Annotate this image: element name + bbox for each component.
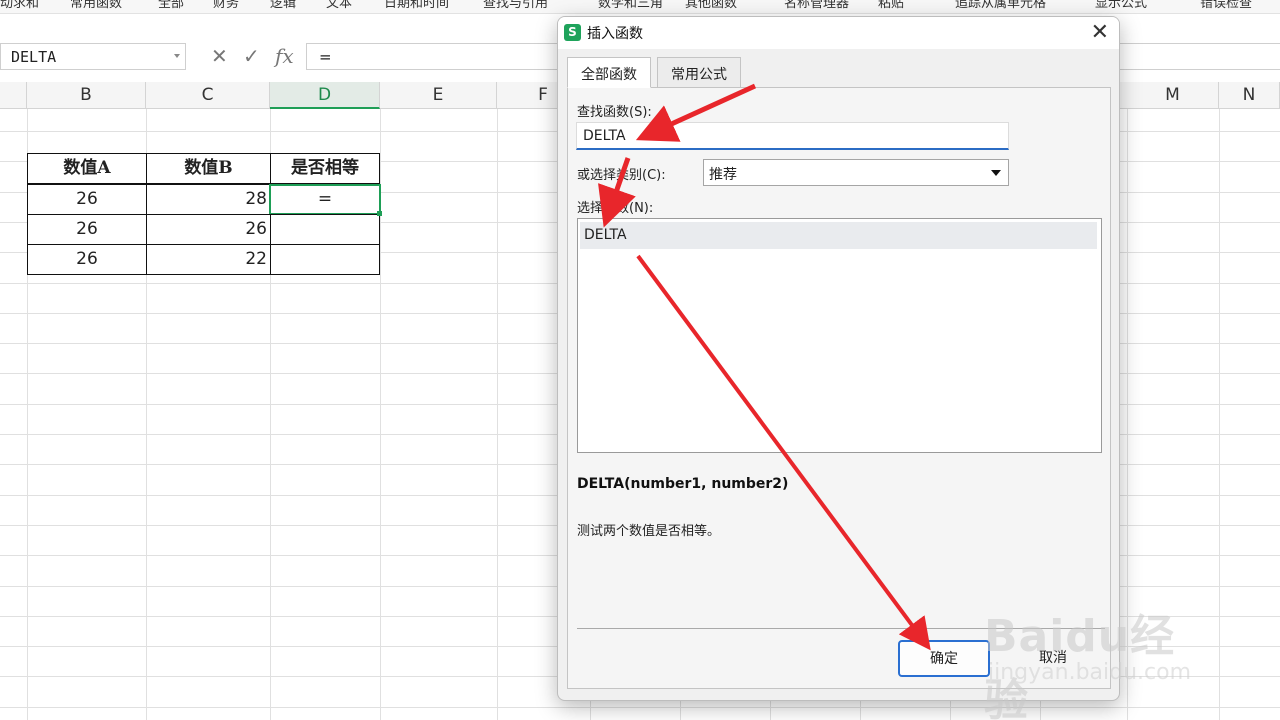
baidu-watermark: Baidu经验 jingyan.baidu.com xyxy=(980,600,1220,720)
ribbon-paste[interactable]: 粘贴 xyxy=(878,0,904,11)
category-select[interactable]: 推荐 xyxy=(703,159,1009,186)
ribbon-common-functions[interactable]: 常用函数 xyxy=(70,0,122,11)
search-label: 查找函数(S): xyxy=(577,105,652,120)
wps-logo-icon: S xyxy=(564,24,581,41)
ribbon-autosum[interactable]: 动求和 xyxy=(0,0,39,11)
watermark-url: jingyan.baidu.com xyxy=(988,660,1192,685)
table-cell[interactable] xyxy=(270,244,380,275)
table-cell[interactable]: 28 xyxy=(146,184,271,215)
ribbon-toolbar: 动求和 常用函数 全部 财务 逻辑 文本 日期和时间 查找与引用 数学和三角 其… xyxy=(0,0,1280,14)
tab-panel: 查找函数(S): DELTA 或选择类别(C): 推荐 选择函数(N): DEL… xyxy=(567,87,1111,689)
column-header-a[interactable] xyxy=(0,82,27,109)
ribbon-other[interactable]: 其他函数 xyxy=(685,0,737,11)
column-header-c[interactable]: C xyxy=(146,82,270,109)
fill-handle[interactable] xyxy=(377,211,382,216)
category-value: 推荐 xyxy=(709,167,737,183)
function-description: 测试两个数值是否相等。 xyxy=(577,524,721,539)
name-box[interactable]: DELTA xyxy=(0,43,186,70)
table-header-a[interactable]: 数值A xyxy=(27,153,147,184)
ribbon-logic[interactable]: 逻辑 xyxy=(270,0,296,11)
function-list[interactable]: DELTA xyxy=(577,218,1102,453)
dialog-title: 插入函数 xyxy=(587,26,643,42)
function-signature: DELTA(number1, number2) xyxy=(577,476,789,492)
enter-icon[interactable]: ✓ xyxy=(243,44,260,68)
category-label: 或选择类别(C): xyxy=(577,168,666,183)
table-header-equal[interactable]: 是否相等 xyxy=(270,153,380,184)
column-header-n[interactable]: N xyxy=(1219,82,1280,109)
ribbon-text[interactable]: 文本 xyxy=(326,0,352,11)
ok-button[interactable]: 确定 xyxy=(898,640,990,677)
column-header-b[interactable]: B xyxy=(27,82,146,109)
cancel-icon[interactable]: ✕ xyxy=(211,44,228,68)
column-header-e[interactable]: E xyxy=(380,82,497,109)
ribbon-trace-dependents[interactable]: 追踪从属单元格 xyxy=(955,0,1046,11)
insert-function-dialog: S 插入函数 ✕ 全部函数 常用公式 查找函数(S): DELTA 或选择类别(… xyxy=(557,16,1120,701)
ribbon-error-check[interactable]: 错误检查 xyxy=(1200,0,1252,11)
chevron-down-icon[interactable] xyxy=(991,170,1001,176)
ribbon-finance[interactable]: 财务 xyxy=(213,0,239,11)
name-box-value: DELTA xyxy=(11,48,57,66)
table-header-b[interactable]: 数值B xyxy=(146,153,271,184)
dialog-titlebar[interactable]: S 插入函数 ✕ xyxy=(558,17,1119,49)
search-input[interactable]: DELTA xyxy=(576,122,1009,150)
table-cell[interactable]: 26 xyxy=(27,184,147,215)
table-cell[interactable]: 26 xyxy=(27,244,147,275)
chevron-down-icon[interactable] xyxy=(174,54,180,58)
active-cell-d3[interactable]: = xyxy=(269,184,381,215)
ribbon-all[interactable]: 全部 xyxy=(158,0,184,11)
table-cell[interactable]: 26 xyxy=(27,214,147,245)
ribbon-lookup[interactable]: 查找与引用 xyxy=(483,0,548,11)
ribbon-math[interactable]: 数学和三角 xyxy=(598,0,663,11)
table-cell[interactable]: 22 xyxy=(146,244,271,275)
tab-all-functions[interactable]: 全部函数 xyxy=(567,57,651,88)
grid-column-line xyxy=(497,109,498,720)
table-cell[interactable] xyxy=(270,214,380,245)
ribbon-datetime[interactable]: 日期和时间 xyxy=(384,0,449,11)
list-item[interactable]: DELTA xyxy=(580,222,1097,249)
select-function-label: 选择函数(N): xyxy=(577,201,654,216)
close-icon[interactable]: ✕ xyxy=(1091,20,1109,45)
column-header-m[interactable]: M xyxy=(1127,82,1219,109)
column-header-d[interactable]: D xyxy=(270,82,380,109)
tab-common-formulas[interactable]: 常用公式 xyxy=(657,57,741,88)
ribbon-name-manager[interactable]: 名称管理器 xyxy=(784,0,849,11)
table-cell[interactable]: 26 xyxy=(146,214,271,245)
ribbon-show-formulas[interactable]: 显示公式 xyxy=(1095,0,1147,11)
fx-icon[interactable]: fx xyxy=(275,44,294,68)
